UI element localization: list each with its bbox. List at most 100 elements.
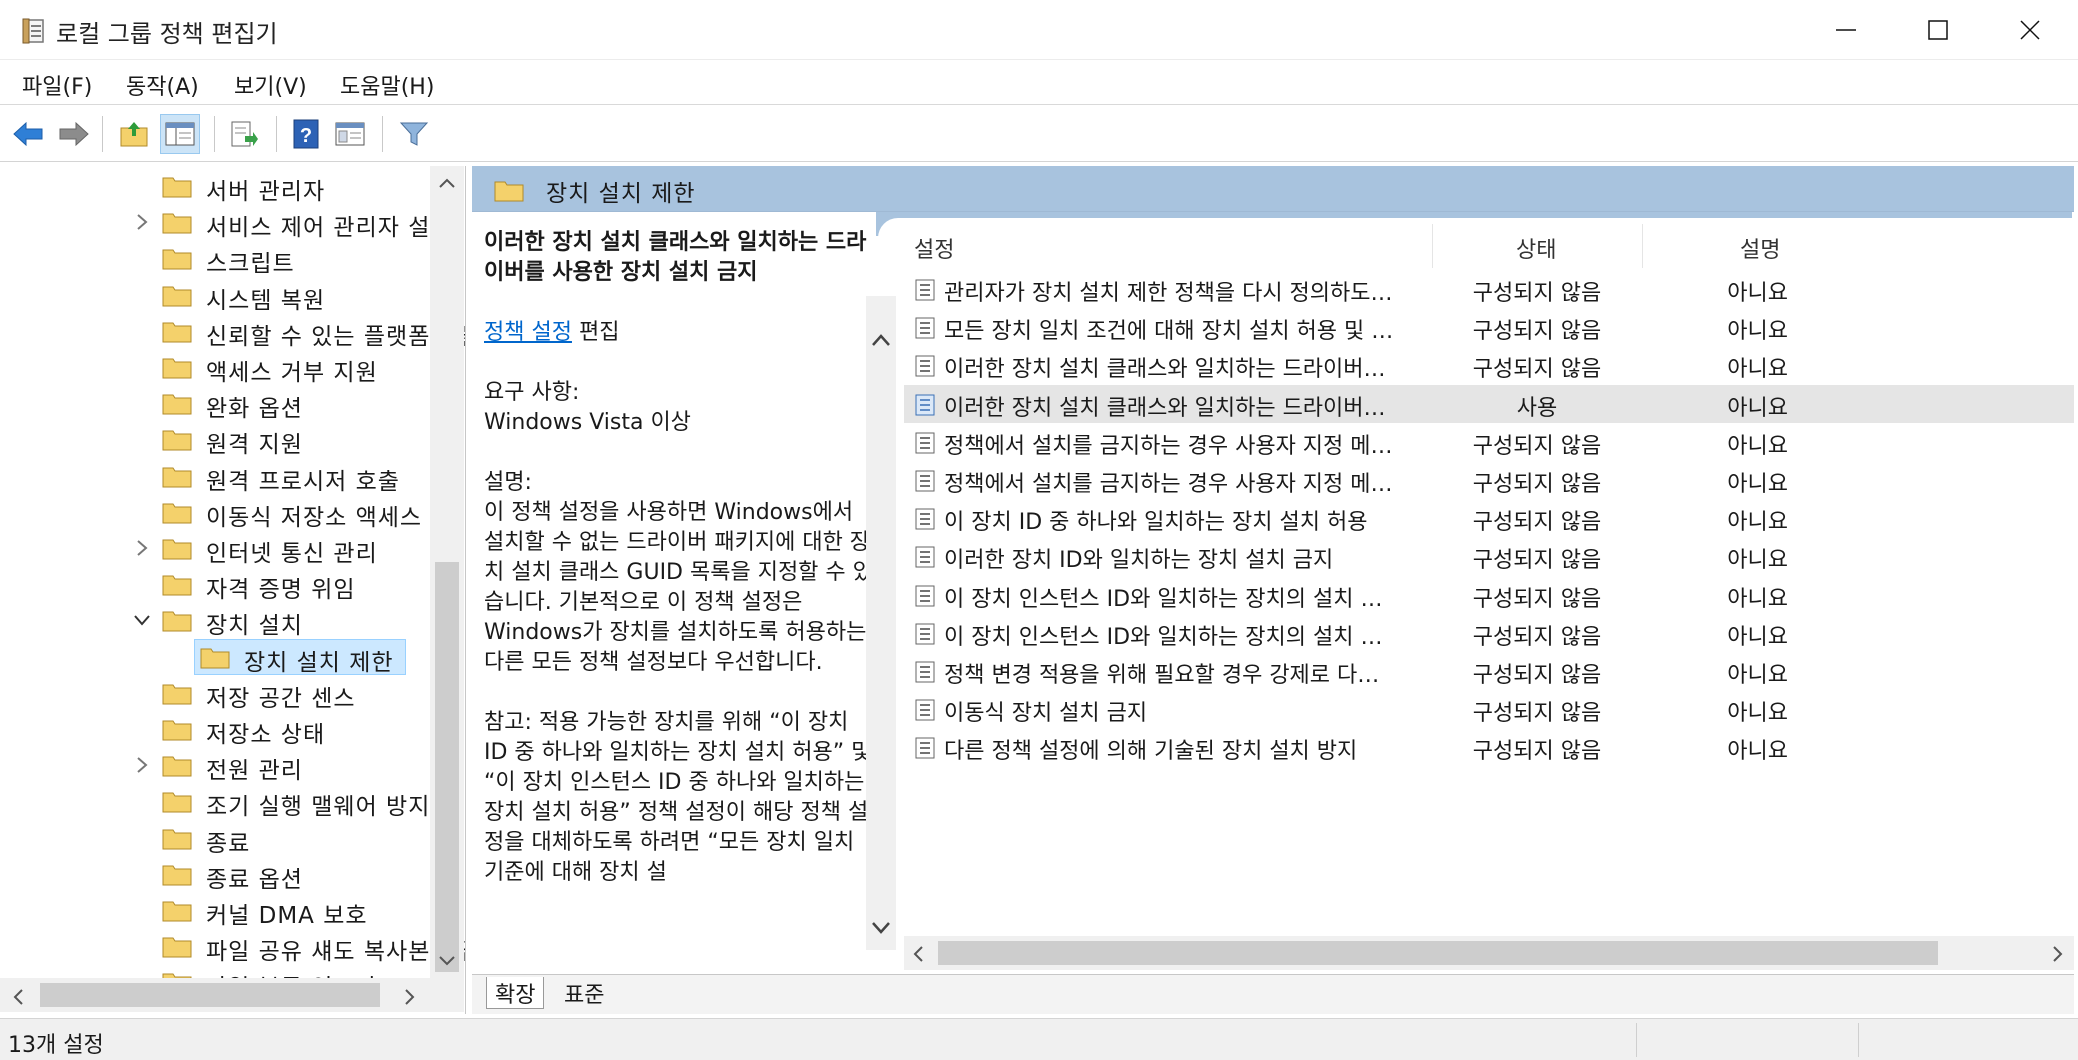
- folder-icon: [162, 829, 192, 850]
- properties-button[interactable]: [330, 114, 370, 154]
- table-row[interactable]: 정책에서 설치를 금지하는 경우 사용자 지정 메시지 표시(... 구성되지 않…: [904, 461, 2074, 499]
- policy-setting-icon: [915, 508, 935, 530]
- close-button[interactable]: [1984, 0, 2076, 60]
- list-horizontal-scroll-thumb[interactable]: [938, 941, 1938, 965]
- details-pane: 장치 설치 제한 이러한 장치 설치 클래스와 일치하는 드라이버를 사용한 장…: [472, 166, 2074, 1014]
- folder-icon: [162, 358, 192, 379]
- scroll-down-icon[interactable]: [437, 954, 457, 968]
- policy-setting-icon: [915, 661, 935, 683]
- requirements-label: 요구 사항:: [484, 380, 580, 405]
- tree-item[interactable]: 원격 지원: [0, 421, 430, 458]
- minimize-button[interactable]: [1800, 0, 1892, 60]
- column-header-state[interactable]: 상태: [1516, 220, 1556, 270]
- tree-item[interactable]: 액세스 거부 지원: [0, 349, 430, 386]
- tree-item[interactable]: 커널 DMA 보호: [0, 892, 430, 929]
- tree-item-label: 원격 프로시저 호출: [206, 468, 400, 495]
- scroll-down-icon[interactable]: [870, 920, 892, 936]
- setting-state: 사용: [1516, 395, 1558, 421]
- chevron-right-icon[interactable]: [132, 538, 152, 558]
- tree-item[interactable]: 이동식 저장소 액세스: [0, 494, 430, 531]
- scroll-up-icon[interactable]: [437, 176, 457, 190]
- table-row[interactable]: 이러한 장치 설치 클래스와 일치하는 드라이버를 사용한 장... 사용 아니요: [904, 384, 2074, 423]
- table-row[interactable]: 관리자가 장치 설치 제한 정책을 다시 정의하도록 허용 구성되지 않음 아니요: [904, 270, 2074, 308]
- export-list-button[interactable]: [224, 114, 264, 154]
- column-separator[interactable]: [1642, 224, 1643, 268]
- table-row[interactable]: 이러한 장치 ID와 일치하는 장치 설치 금지 구성되지 않음 아니요: [904, 537, 2074, 575]
- policy-setting-icon: [915, 317, 935, 339]
- tree-item[interactable]: 서버 관리자: [0, 168, 430, 205]
- tree-item[interactable]: 서비스 제어 관리자 설정: [0, 204, 452, 241]
- column-header-setting[interactable]: 설정: [914, 220, 954, 270]
- tab-extended[interactable]: 확장: [486, 977, 545, 1009]
- menu-help[interactable]: 도움말(H): [340, 69, 434, 101]
- tree-item[interactable]: 장치 설치 제한: [0, 638, 430, 676]
- policy-setting-link[interactable]: 정책 설정: [484, 320, 572, 345]
- chevron-right-icon[interactable]: [132, 755, 152, 775]
- folder-icon: [162, 937, 192, 958]
- toolbar-separator: [276, 116, 277, 152]
- tree-horizontal-scroll-thumb[interactable]: [40, 983, 380, 1007]
- menu-file[interactable]: 파일(F): [22, 69, 92, 101]
- maximize-icon: [1928, 20, 1948, 40]
- tree-item[interactable]: 장치 설치: [0, 602, 430, 640]
- menu-view[interactable]: 보기(V): [234, 69, 307, 101]
- tree-item[interactable]: 파일 공유 섀도 복사본 공급자: [0, 928, 465, 965]
- scroll-left-icon[interactable]: [912, 945, 926, 963]
- tree-item-label: 자격 증명 위임: [206, 577, 356, 604]
- menu-action[interactable]: 동작(A): [126, 69, 199, 101]
- tree-item[interactable]: 조기 실행 맬웨어 방지: [0, 783, 431, 821]
- up-one-level-button[interactable]: [114, 114, 154, 154]
- table-row[interactable]: 모든 장치 일치 조건에 대해 장치 설치 허용 및 방지 정책에... 구성되지…: [904, 308, 2074, 346]
- folder-icon: [162, 720, 192, 741]
- table-row[interactable]: 정책에서 설치를 금지하는 경우 사용자 지정 메시지 표시(... 구성되지 않…: [904, 423, 2074, 461]
- table-row[interactable]: 이동식 장치 설치 금지 구성되지 않음 아니요: [904, 690, 2074, 728]
- tree-item[interactable]: 완화 옵션: [0, 385, 430, 422]
- tab-standard[interactable]: 표준: [556, 977, 612, 1009]
- scroll-left-icon[interactable]: [12, 988, 26, 1006]
- tree-item[interactable]: 신뢰할 수 있는 플랫폼 모듈 서비스: [0, 313, 465, 350]
- policy-setting-icon: [915, 737, 935, 759]
- tree-item-label: 신뢰할 수 있는 플랫폼 모듈 서비스: [206, 323, 465, 350]
- table-row[interactable]: 이 장치 인스턴스 ID와 일치하는 장치의 설치 방지 구성되지 않음 아니요: [904, 614, 2074, 652]
- setting-state: 구성되지 않음: [1472, 701, 1602, 727]
- scroll-right-icon[interactable]: [2050, 945, 2064, 963]
- minimize-icon: [1836, 29, 1856, 31]
- tree-item[interactable]: 원격 프로시저 호출: [0, 458, 430, 495]
- requirements-value: Windows Vista 이상: [484, 410, 691, 435]
- chevron-right-icon[interactable]: [132, 212, 152, 232]
- tree-item[interactable]: 전원 관리: [0, 747, 430, 784]
- tree-item[interactable]: 종료 옵션: [0, 856, 430, 893]
- chevron-down-icon[interactable]: [132, 610, 152, 630]
- maximize-button[interactable]: [1892, 0, 1984, 60]
- filter-button[interactable]: [394, 114, 434, 154]
- back-button[interactable]: [8, 114, 48, 154]
- table-row[interactable]: 다른 정책 설정에 의해 기술된 장치 설치 방지 구성되지 않음 아니요: [904, 728, 2074, 766]
- tree-item[interactable]: 저장소 상태: [0, 711, 430, 748]
- setting-name: 정책에서 설치를 금지하는 경우 사용자 지정 메시지 표시(...: [944, 433, 1396, 459]
- table-row[interactable]: 이러한 장치 설치 클래스와 일치하는 드라이버를 사용한 장... 구성되지 않…: [904, 346, 2074, 384]
- tree-item[interactable]: 종료: [0, 820, 430, 857]
- table-row[interactable]: 이 장치 ID 중 하나와 일치하는 장치 설치 허용 구성되지 않음 아니요: [904, 499, 2074, 537]
- setting-name: 모든 장치 일치 조건에 대해 장치 설치 허용 및 방지 정책에...: [944, 319, 1396, 345]
- tree-vertical-scroll-thumb[interactable]: [435, 562, 459, 972]
- tree-item-label: 조기 실행 맬웨어 방지: [206, 794, 431, 821]
- help-button[interactable]: ?: [286, 114, 326, 154]
- tree-item[interactable]: 시스템 복원: [0, 277, 430, 314]
- tree-item[interactable]: 저장 공간 센스: [0, 675, 430, 712]
- column-separator[interactable]: [1432, 224, 1433, 268]
- view-tabs: 확장 표준: [472, 974, 2074, 1014]
- tree-item[interactable]: 자격 증명 위임: [0, 566, 430, 604]
- forward-button[interactable]: [54, 114, 94, 154]
- description-scrollbar[interactable]: [866, 296, 896, 950]
- tree-item-label: 장치 설치: [206, 613, 303, 640]
- show-hide-tree-button[interactable]: [160, 114, 200, 154]
- tree-item[interactable]: 스크립트: [0, 240, 430, 277]
- table-row[interactable]: 정책 변경 적용을 위해 필요할 경우 강제로 다시 부팅을 실... 구성되지 …: [904, 652, 2074, 690]
- tree-item[interactable]: 인터넷 통신 관리: [0, 530, 430, 567]
- column-header-comment[interactable]: 설명: [1740, 220, 1780, 270]
- table-row[interactable]: 이 장치 인스턴스 ID와 일치하는 장치의 설치 허용 구성되지 않음 아니요: [904, 576, 2074, 614]
- scroll-right-icon[interactable]: [402, 988, 416, 1006]
- folder-icon: [162, 865, 192, 886]
- folder-icon: [200, 648, 230, 669]
- scroll-up-icon[interactable]: [870, 332, 892, 348]
